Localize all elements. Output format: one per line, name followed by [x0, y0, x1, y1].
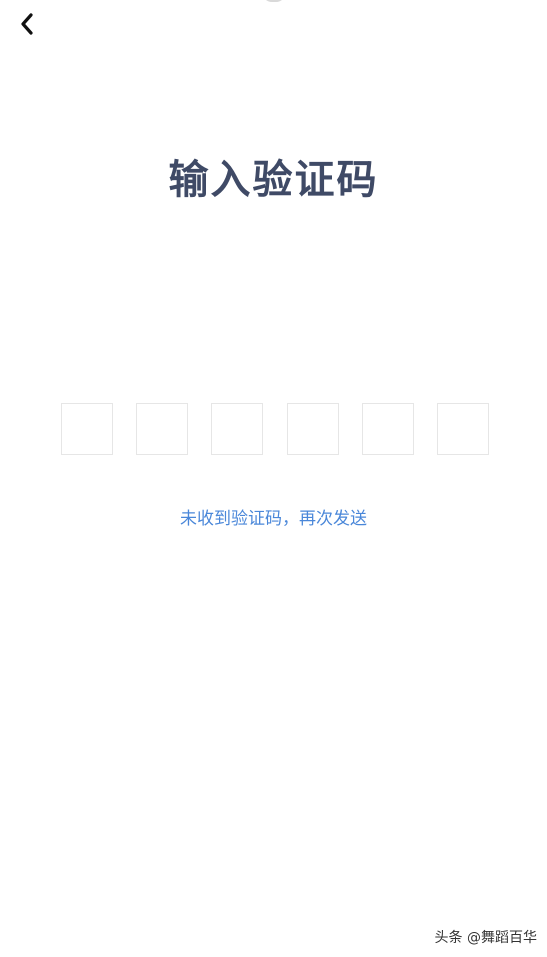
- code-digit-4[interactable]: [286, 403, 339, 455]
- code-digit-2[interactable]: [136, 403, 189, 455]
- code-digit-3[interactable]: [211, 403, 264, 455]
- code-digit-5[interactable]: [361, 403, 414, 455]
- page-title: 输入验证码: [168, 157, 379, 203]
- camera-notch: [262, 0, 286, 2]
- code-digit-6[interactable]: [436, 403, 489, 455]
- verification-code-inputs: [61, 403, 489, 457]
- top-bar: [0, 0, 547, 48]
- resend-code-link[interactable]: 未收到验证码，再次发送: [0, 505, 547, 533]
- chevron-left-icon: [21, 13, 33, 35]
- back-button[interactable]: [12, 8, 44, 40]
- code-digit-1[interactable]: [61, 403, 113, 455]
- watermark: 头条 @舞蹈百华: [434, 930, 537, 946]
